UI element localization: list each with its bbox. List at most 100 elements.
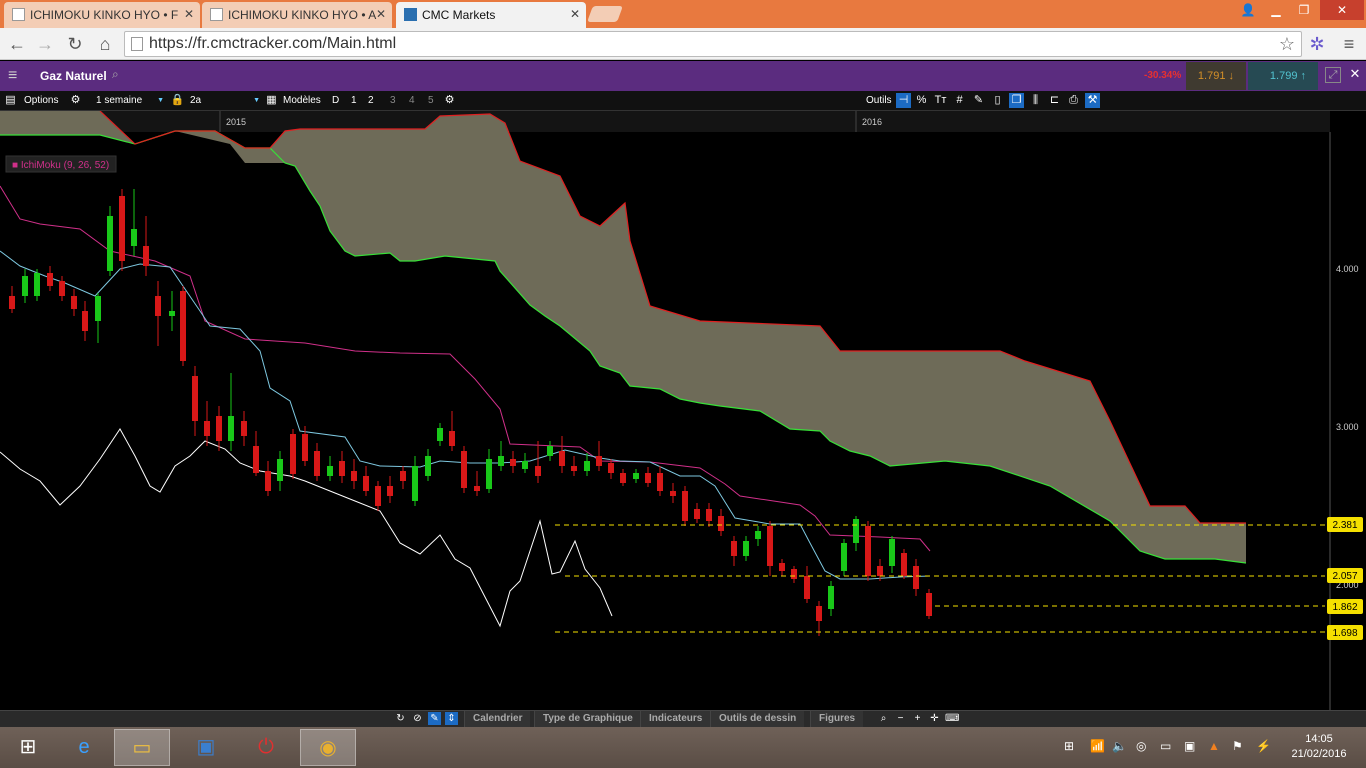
instrument-name[interactable]: Gaz Naturel (40, 69, 107, 83)
y-tick-3000: 3.000 (1336, 422, 1359, 432)
refresh-icon[interactable]: ↻ (394, 712, 407, 725)
zoom-out-icon[interactable]: − (894, 712, 907, 725)
layout-d-button[interactable]: D (332, 95, 339, 106)
layout-3-button[interactable]: 3 (390, 95, 396, 106)
close-tab-icon[interactable]: ✕ (570, 7, 580, 21)
candle-body (449, 431, 455, 446)
settings-gear-icon[interactable]: ⚙ (442, 93, 457, 108)
volume-icon[interactable]: 🔈 (1112, 739, 1127, 753)
file-explorer-icon[interactable]: ▭ (114, 729, 170, 766)
options-label[interactable]: Options (24, 95, 58, 106)
internet-explorer-icon[interactable]: e (56, 729, 112, 766)
browser-tab-3[interactable]: CMC Markets ✕ (396, 2, 586, 28)
candle-body (657, 473, 663, 491)
tab-calendrier[interactable]: Calendrier (464, 711, 531, 727)
gear-icon[interactable]: ⚙ (68, 93, 83, 108)
candle-icon[interactable]: ▯ (990, 93, 1005, 108)
layout-1-button[interactable]: 1 (351, 95, 357, 106)
user-icon[interactable]: 👤 (1234, 0, 1262, 20)
tab-chart-type[interactable]: Type de Graphique (534, 711, 641, 727)
power-app-icon[interactable]: ⏻ (238, 729, 294, 766)
control-panel-icon[interactable]: ▣ (178, 729, 234, 766)
chrome-menu-icon[interactable]: ≡ (1338, 33, 1360, 55)
chart-layers-icon[interactable]: ❐ (1009, 93, 1024, 108)
layout-4-button[interactable]: 4 (409, 95, 415, 106)
clear-icon[interactable]: ⊘ (411, 712, 424, 725)
candle-body (363, 476, 369, 491)
app-tray-icon[interactable]: ◎ (1136, 739, 1146, 753)
zoom-in-icon[interactable]: + (911, 712, 924, 725)
chrome-icon[interactable]: ◉ (300, 729, 356, 766)
price-chart[interactable]: 2015 2016 ■ IchiMoku (9, 26, 52) 4.000 3… (0, 111, 1366, 710)
indicator-legend[interactable]: ■ IchiMoku (9, 26, 52) (12, 160, 109, 171)
candle-body (877, 566, 883, 576)
crosshair-icon[interactable]: ✛ (928, 712, 941, 725)
close-tab-icon[interactable]: ✕ (376, 7, 386, 21)
grid-icon[interactable]: # (952, 93, 967, 108)
browser-tab-2[interactable]: ICHIMOKU KINKO HYO • A ✕ (202, 2, 392, 28)
clock[interactable]: 14:05 21/02/2016 (1286, 732, 1352, 762)
pencil-icon[interactable]: ✎ (428, 712, 441, 725)
home-icon[interactable]: ⌂ (94, 33, 116, 55)
candle-body (694, 509, 700, 519)
range-select[interactable]: 2a ▼ (186, 93, 262, 109)
forward-arrow-icon[interactable]: → (34, 33, 56, 55)
candle-body (828, 586, 834, 609)
models-label[interactable]: Modèles (283, 95, 321, 106)
settings-tool-icon[interactable]: ⚒ (1085, 93, 1100, 108)
display-icon[interactable]: ▭ (1160, 739, 1171, 753)
restore-button[interactable]: ❐ (1290, 0, 1318, 20)
bookmark-star-icon[interactable]: ☆ (1279, 34, 1295, 55)
layout-5-button[interactable]: 5 (428, 95, 434, 106)
hamburger-menu-icon[interactable]: ≡ (8, 67, 17, 85)
avast-icon[interactable]: ▲ (1208, 739, 1220, 753)
zoom-icon[interactable]: ⌕ (877, 712, 890, 725)
text-size-icon[interactable]: Tт (933, 93, 948, 108)
new-tab-button[interactable] (587, 6, 623, 22)
candle-body (731, 541, 737, 556)
options-menu-icon[interactable]: ▤ (3, 93, 18, 108)
keyboard-icon[interactable]: ⌨ (945, 712, 959, 725)
draw-icon[interactable]: ✎ (971, 93, 986, 108)
candle-body (253, 446, 259, 473)
reload-icon[interactable]: ↻ (64, 33, 86, 55)
bars-icon[interactable]: ⫼ (1028, 93, 1043, 108)
crosshair-tool-icon[interactable]: ⊣ (896, 93, 911, 108)
page-icon (12, 8, 25, 21)
windows-start-icon[interactable]: ⊞ (0, 729, 56, 766)
sell-price-button[interactable]: 1.791 ↓ (1186, 62, 1246, 90)
monitor-icon[interactable]: ▣ (1184, 739, 1195, 753)
tab-indicators[interactable]: Indicateurs (640, 711, 711, 727)
browser-tab-1[interactable]: ICHIMOKU KINKO HYO • F ✕ (4, 2, 200, 28)
lock-icon[interactable]: 🔒 (170, 93, 185, 108)
candle-body (510, 459, 516, 466)
print-icon[interactable]: ⎙ (1066, 93, 1081, 108)
close-window-button[interactable]: ✕ (1320, 0, 1364, 20)
candle-body (718, 516, 724, 531)
wifi-icon[interactable]: 📶 (1090, 739, 1105, 753)
percent-icon[interactable]: % (914, 93, 929, 108)
range-value: 2a (190, 95, 202, 106)
calendar-icon[interactable]: ▦ (264, 93, 279, 108)
close-icon[interactable]: ✕ (1347, 67, 1363, 83)
clock-date: 21/02/2016 (1291, 748, 1347, 760)
interval-value: 1 semaine (96, 95, 143, 106)
flag-icon[interactable]: ⚑ (1232, 739, 1243, 753)
interval-select[interactable]: 1 semaine ▼ (92, 93, 166, 109)
expand-icon[interactable]: ⤢ (1325, 67, 1341, 83)
power-status-icon[interactable]: ⚡ (1256, 739, 1271, 753)
minimize-button[interactable]: ▁ (1262, 0, 1290, 20)
network-icon[interactable]: ⊞ (1064, 739, 1074, 753)
buy-price-button[interactable]: 1.799 ↑ (1248, 62, 1318, 90)
tab-figures[interactable]: Figures (810, 711, 864, 727)
layout-2-button[interactable]: 2 (368, 95, 374, 106)
tab-drawing-tools[interactable]: Outils de dessin (710, 711, 805, 727)
scroll-icon[interactable]: ⇕ (445, 712, 458, 725)
label-icon[interactable]: ⊏ (1047, 93, 1062, 108)
url-field[interactable]: https://fr.cmctracker.com/Main.html ☆ (124, 31, 1302, 57)
back-arrow-icon[interactable]: ← (6, 33, 28, 55)
extension-icon[interactable]: ✲ (1306, 33, 1328, 55)
candle-body (461, 451, 467, 488)
close-tab-icon[interactable]: ✕ (184, 7, 194, 21)
search-icon[interactable]: ⌕ (112, 67, 119, 82)
